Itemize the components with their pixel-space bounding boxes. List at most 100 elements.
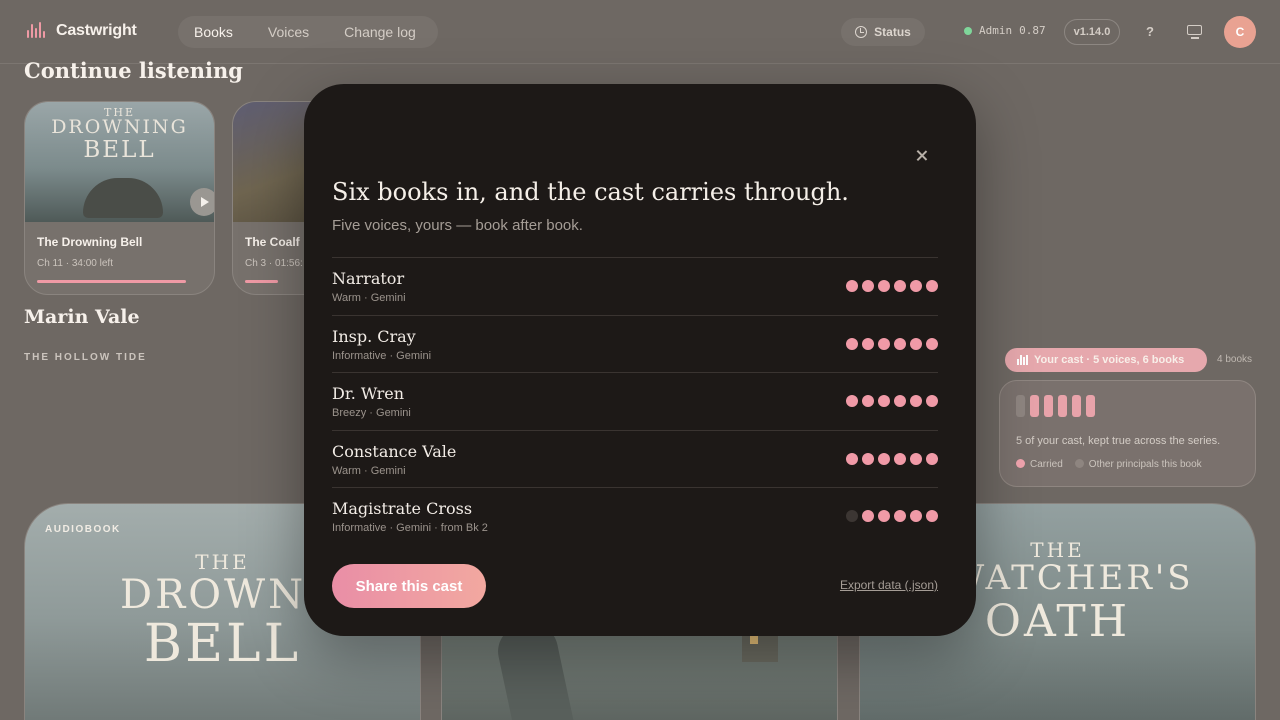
book-dot-carried [894,510,906,522]
nav-voices[interactable]: Voices [268,24,309,40]
book-dot-carried [926,337,938,350]
cast-note: 5 of your cast, kept true across the ser… [1016,435,1221,447]
card-title: The Drowning Bell [37,235,143,249]
cast-legend: Carried Other principals this book [1016,459,1202,470]
voice-meta: Warm · Gemini [332,292,406,304]
book-dot-carried [862,452,874,465]
book-dot-carried [910,452,922,465]
legend-carried: Carried [1016,459,1063,470]
avatar[interactable]: C [1224,16,1256,48]
export-data-link[interactable]: Export data (.json) [840,578,938,592]
book-dots [846,337,938,350]
play-button[interactable] [190,188,214,216]
continue-listening-heading: Continue listening [24,58,243,83]
your-cast-pill[interactable]: Your cast · 5 voices, 6 books [1005,348,1207,372]
voice-meta: Informative · Gemini [332,349,432,362]
cast-bar-carried [1072,395,1081,417]
cast-bar-other [1016,395,1025,417]
cast-list: Narrator Warm · Gemini Insp. Cray Inform… [332,257,938,545]
book-dot-carried [926,452,938,465]
voice-name: Constance Vale [332,441,457,461]
cast-row: Insp. Cray Informative · Gemini [332,314,938,373]
voice-name: Dr. Wren [332,384,405,403]
book-dot-carried [894,337,906,350]
book-dots [846,510,938,522]
cast-row: Dr. Wren Breezy · Gemini [332,372,938,430]
book-dot-carried [862,280,874,292]
voice-meta: Breezy · Gemini [332,407,411,419]
book-dot-carried [926,395,938,407]
book-dot-absent [846,510,858,522]
modal-subtitle: Five voices, yours — book after book. [332,217,583,234]
admin-indicator: Admin 0.87 [964,24,1046,37]
nav-books[interactable]: Books [194,24,233,40]
book-dots [846,395,938,407]
status-button[interactable]: Status [841,18,925,46]
cast-bars [1016,395,1095,417]
continue-card-drowning-bell[interactable]: THE DROWNING BELL The Drowning Bell Ch 1… [24,101,215,295]
book-dot-carried [862,337,874,350]
monitor-icon[interactable] [1186,24,1204,40]
cast-modal: Six books in, and the cast carries throu… [304,84,976,636]
online-status-dot [964,26,972,35]
book-dots [846,452,938,465]
book-dot-carried [878,337,890,350]
books-count: 4 books [1217,354,1253,365]
legend-other: Other principals this book [1074,459,1202,470]
cast-bar-carried [1044,395,1053,417]
status-label: Status [874,25,911,39]
book-dot-carried [846,452,858,465]
voice-name: Magistrate Cross [332,499,473,518]
cast-pill-label: Your cast · 5 voices, 6 books [1034,354,1185,366]
clock-icon [855,26,868,38]
book-dots [846,280,938,292]
cast-row: Narrator Warm · Gemini [332,257,938,315]
book-dot-carried [926,280,938,292]
admin-value: 0.87 [1019,24,1046,37]
book-dot-carried [910,510,922,522]
series-label: THE HOLLOW TIDE [24,352,147,363]
share-cast-button[interactable]: Share this cast [332,564,486,608]
book-dot-carried [846,280,858,292]
listening-progress-bar [37,280,187,283]
book-dot-carried [862,510,874,522]
modal-title: Six books in, and the cast carries throu… [332,178,849,206]
help-button[interactable]: ? [1140,22,1160,42]
voice-meta: Warm · Gemini [332,464,406,477]
voice-name: Narrator [332,269,405,288]
book-dot-carried [878,510,890,522]
book-dot-carried [910,337,922,350]
bars-icon [1017,355,1028,365]
book-dot-carried [862,395,874,407]
admin-label: Admin [979,24,1013,37]
voice-name: Insp. Cray [332,326,416,346]
book-dot-carried [926,510,938,522]
close-icon[interactable] [912,146,932,166]
waveform-logo-icon [26,22,46,40]
cast-bar-carried [1086,395,1095,417]
top-bar: Castwright Books Voices Change log Statu… [0,0,1280,64]
book-dot-carried [878,395,890,407]
cast-bar-carried [1030,395,1039,417]
card-subtitle: Ch 11 · 34:00 left [37,258,113,269]
voice-meta: Informative · Gemini · from Bk 2 [332,522,488,534]
book-dot-carried [910,395,922,407]
card-subtitle: Ch 3 · 01:56: [245,258,303,269]
book-dot-carried [894,280,906,292]
book-dot-carried [846,395,858,407]
book-cover-image: THE DROWNING BELL [25,102,214,222]
brand[interactable]: Castwright [26,22,137,40]
listening-progress-bar [245,280,279,283]
book-dot-carried [846,337,858,350]
book-dot-carried [894,452,906,465]
author-heading: Marin Vale [24,306,140,328]
book-dot-carried [878,452,890,465]
book-dot-carried [878,280,890,292]
nav-change-log[interactable]: Change log [344,24,416,40]
cast-row: Magistrate Cross Informative · Gemini · … [332,487,938,545]
cast-row: Constance Vale Warm · Gemini [332,429,938,488]
app-name: Castwright [56,22,137,39]
version-badge[interactable]: v1.14.0 [1064,19,1120,45]
audiobook-tag: AUDIOBOOK [45,524,121,535]
cast-summary-card: 5 of your cast, kept true across the ser… [999,380,1256,487]
